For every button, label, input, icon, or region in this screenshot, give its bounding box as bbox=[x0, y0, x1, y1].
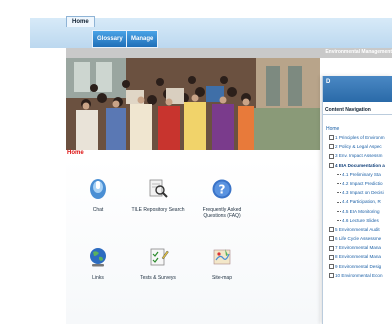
nav-tree-item[interactable]: 1 Principles of Environm bbox=[323, 133, 392, 142]
page-node-icon bbox=[337, 201, 341, 203]
nav-tree-item[interactable]: 8 Environmental Mana bbox=[323, 252, 392, 261]
expand-toggle-icon[interactable] bbox=[329, 254, 334, 260]
tile-chat[interactable]: Chat bbox=[68, 178, 128, 213]
expand-toggle-icon[interactable] bbox=[329, 135, 334, 141]
nav-tree-item-label: 3 Env. Impact Assessm bbox=[335, 153, 383, 159]
tab-manage[interactable]: Manage bbox=[126, 30, 159, 48]
nav-tree-item-label: 4.3 Impact on Decisi bbox=[342, 190, 384, 196]
tile-tests-surveys-label: Tests & Surveys bbox=[140, 275, 176, 281]
chat-icon bbox=[90, 179, 106, 199]
page-node-icon bbox=[337, 192, 341, 194]
nav-divider bbox=[323, 114, 392, 115]
nav-tree-item-label: 4.5 EIA Monitoring bbox=[342, 208, 380, 214]
tile-repository-search[interactable]: TILE Repository Search bbox=[128, 178, 188, 213]
tile-repository-search-label: TILE Repository Search bbox=[131, 207, 185, 213]
home-content-area: Chat TILE Repository Search ? Frequently… bbox=[66, 158, 320, 324]
nav-tree-item[interactable]: 5 Environmental Audit bbox=[323, 225, 392, 234]
nav-tree: 1 Principles of Environm 2 Policy & Legal… bbox=[323, 133, 392, 280]
nav-tree-item[interactable]: 4.2 Impact Predictio bbox=[323, 179, 392, 188]
tab-glossary[interactable]: Glossary bbox=[92, 30, 128, 48]
nav-tree-item-label: 4.6 Lecture Slides bbox=[342, 217, 379, 223]
nav-tree-item[interactable]: 4.4 Participation, R bbox=[323, 197, 392, 206]
nav-tree-item-label: 6 Life Cycle Assessme bbox=[335, 236, 382, 242]
classroom-photo-image bbox=[66, 58, 320, 150]
tile-sitemap-label: Site-map bbox=[211, 275, 232, 281]
tests-surveys-icon bbox=[150, 248, 169, 266]
repository-search-icon bbox=[149, 179, 168, 198]
nav-tree-item-label: 10 Environmental Econ bbox=[335, 272, 383, 278]
expand-toggle-icon[interactable] bbox=[329, 236, 334, 242]
nav-tree-item[interactable]: 9 Environmental Desig bbox=[323, 262, 392, 271]
nav-panel-header: D bbox=[323, 76, 392, 102]
svg-text:?: ? bbox=[219, 183, 226, 197]
expand-toggle-icon[interactable] bbox=[329, 153, 334, 159]
tab-home[interactable]: Home bbox=[66, 16, 95, 27]
nav-tree-item-label: 7 Environmental Mana bbox=[335, 245, 381, 251]
nav-tree-item-label: 9 Environmental Desig bbox=[335, 263, 382, 269]
nav-tree-item[interactable]: 4.5 EIA Monitoring bbox=[323, 207, 392, 216]
page-node-icon bbox=[337, 174, 341, 176]
nav-tree-item-label: 2 Policy & Legal Aspec bbox=[335, 144, 382, 150]
nav-root-home-link[interactable]: Home bbox=[326, 126, 339, 132]
page-node-icon bbox=[337, 183, 341, 185]
nav-tree-item-label: 8 Environmental Mana bbox=[335, 254, 381, 260]
banner-photo bbox=[66, 58, 320, 150]
tile-tests-surveys[interactable]: Tests & Surveys bbox=[128, 246, 188, 281]
nav-header-letter: D bbox=[326, 79, 331, 85]
nav-tree-item[interactable]: 4.1 Preliminary Sta bbox=[323, 170, 392, 179]
expand-toggle-icon[interactable] bbox=[329, 263, 334, 269]
nav-tree-item-label: 5 Environmental Audit bbox=[335, 226, 380, 232]
nav-tree-item-label: 4.2 Impact Predictio bbox=[342, 180, 383, 186]
tile-links-label: Links bbox=[92, 275, 104, 281]
globe-links-icon bbox=[90, 248, 106, 267]
content-navigation-panel: D Content Navigation Home 1 Principles o… bbox=[322, 76, 392, 324]
nav-tree-item[interactable]: 4 EIA Documentation a bbox=[323, 161, 392, 170]
expand-toggle-icon[interactable] bbox=[329, 227, 334, 233]
nav-tree-item[interactable]: 4.3 Impact on Decisi bbox=[323, 188, 392, 197]
nav-tree-item-label: 4.4 Participation, R bbox=[342, 199, 381, 205]
tile-faq[interactable]: ? Frequently Asked Questions (FAQ) bbox=[192, 178, 252, 219]
nav-tree-item[interactable]: 4.6 Lecture Slides bbox=[323, 216, 392, 225]
breadcrumb-home[interactable]: Home bbox=[67, 150, 84, 156]
tile-faq-label: Frequently Asked Questions (FAQ) bbox=[202, 207, 242, 219]
expand-toggle-icon[interactable] bbox=[329, 245, 334, 251]
nav-tree-item[interactable]: 6 Life Cycle Assessme bbox=[323, 234, 392, 243]
nav-panel-title: Content Navigation bbox=[325, 107, 371, 113]
nav-tree-item-label: 4.1 Preliminary Sta bbox=[342, 171, 381, 177]
nav-tree-item-label: 4 EIA Documentation a bbox=[335, 162, 385, 168]
faq-icon: ? bbox=[212, 179, 232, 199]
page-node-icon bbox=[337, 210, 341, 212]
tile-chat-label: Chat bbox=[92, 207, 104, 213]
nav-tree-item[interactable]: 2 Policy & Legal Aspec bbox=[323, 142, 392, 151]
nav-tree-item[interactable]: 10 Environmental Econ bbox=[323, 271, 392, 280]
page-node-icon bbox=[337, 219, 341, 221]
sitemap-icon bbox=[213, 249, 231, 265]
tile-sitemap[interactable]: Site-map bbox=[192, 246, 252, 281]
nav-tree-item-label: 1 Principles of Environm bbox=[335, 135, 385, 140]
nav-tree-item[interactable]: 3 Env. Impact Assessm bbox=[323, 151, 392, 160]
tile-links[interactable]: Links bbox=[68, 246, 128, 281]
nav-tree-item[interactable]: 7 Environmental Mana bbox=[323, 243, 392, 252]
banner-title: Environmental Management bbox=[325, 49, 392, 55]
banner-strip: Environmental Management bbox=[66, 48, 392, 58]
expand-toggle-icon[interactable] bbox=[329, 144, 334, 150]
expand-toggle-icon[interactable] bbox=[329, 273, 334, 279]
expand-toggle-icon[interactable] bbox=[329, 162, 334, 168]
